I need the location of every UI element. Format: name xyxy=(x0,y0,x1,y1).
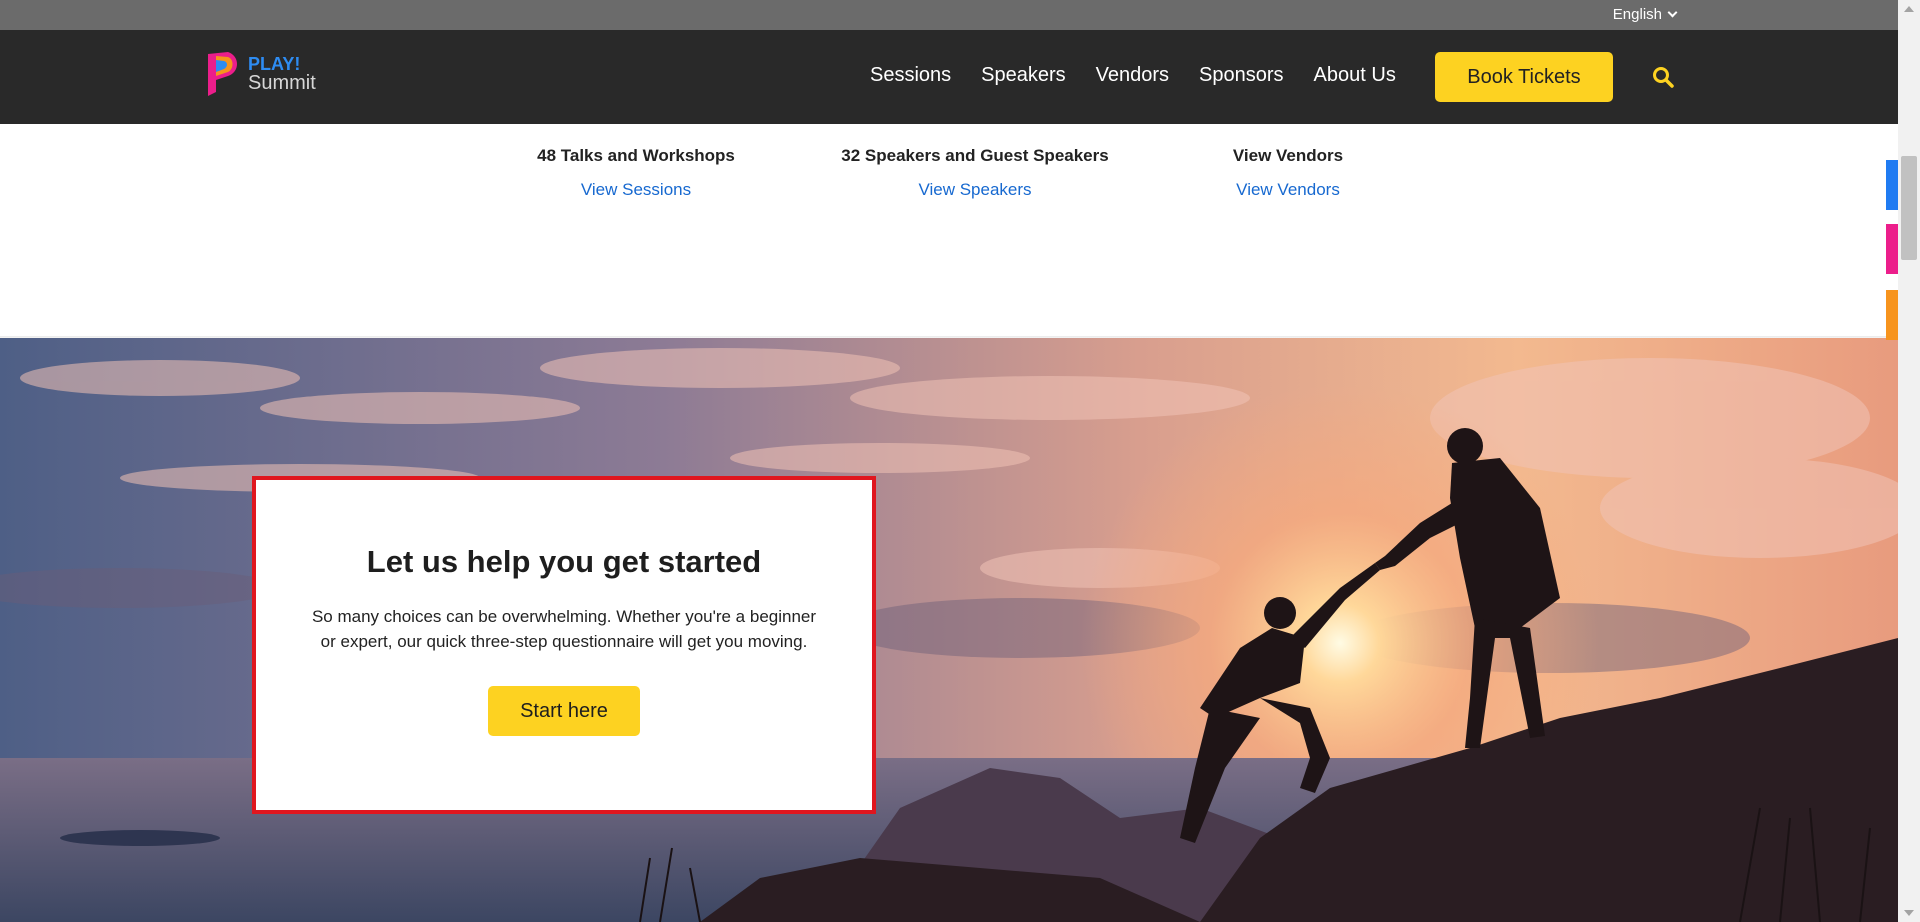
site-header: PLAY! Summit Sessions Speakers Vendors S… xyxy=(0,30,1898,124)
side-tab-orange[interactable] xyxy=(1886,290,1898,340)
nav-sponsors[interactable]: Sponsors xyxy=(1199,64,1284,87)
stat-sessions: 48 Talks and Workshops View Sessions xyxy=(536,146,736,200)
stats-section: 48 Talks and Workshops View Sessions 32 … xyxy=(0,146,1898,336)
stat-title: 48 Talks and Workshops xyxy=(537,146,735,165)
scroll-thumb[interactable] xyxy=(1901,156,1917,260)
view-vendors-link[interactable]: View Vendors xyxy=(1218,180,1358,200)
side-tab-pink[interactable] xyxy=(1886,224,1898,274)
scroll-down-arrow-icon[interactable] xyxy=(1904,910,1914,916)
language-selector[interactable]: English xyxy=(1612,6,1678,23)
logo-text-summit: Summit xyxy=(248,72,316,94)
view-sessions-link[interactable]: View Sessions xyxy=(536,180,736,200)
nav-vendors[interactable]: Vendors xyxy=(1096,64,1169,87)
scroll-up-arrow-icon[interactable] xyxy=(1904,6,1914,12)
page-scrollbar[interactable] xyxy=(1898,0,1920,922)
language-label: English xyxy=(1612,6,1662,23)
book-tickets-button[interactable]: Book Tickets xyxy=(1435,52,1613,102)
get-started-title: Let us help you get started xyxy=(366,544,762,579)
start-here-button[interactable]: Start here xyxy=(488,686,640,736)
stat-title: View Vendors xyxy=(1232,146,1344,165)
nav-speakers[interactable]: Speakers xyxy=(981,64,1066,87)
nav-sessions[interactable]: Sessions xyxy=(870,64,951,87)
site-logo[interactable]: PLAY! Summit xyxy=(206,50,316,98)
main-nav: Sessions Speakers Vendors Sponsors About… xyxy=(870,64,1396,87)
logo-text-play: PLAY! xyxy=(248,54,301,74)
side-tab-blue[interactable] xyxy=(1886,160,1898,210)
search-icon[interactable] xyxy=(1652,66,1674,88)
logo-icon xyxy=(208,52,237,96)
language-bar: English xyxy=(0,0,1898,30)
stat-title: 32 Speakers and Guest Speakers xyxy=(841,146,1109,165)
nav-about-us[interactable]: About Us xyxy=(1314,64,1396,87)
view-speakers-link[interactable]: View Speakers xyxy=(834,180,1116,200)
get-started-card: Let us help you get started So many choi… xyxy=(252,476,876,814)
stat-speakers: 32 Speakers and Guest Speakers View Spea… xyxy=(834,146,1116,200)
stat-vendors: View Vendors View Vendors xyxy=(1218,146,1358,200)
get-started-description: So many choices can be overwhelming. Whe… xyxy=(311,607,817,651)
chevron-down-icon xyxy=(1667,7,1678,18)
